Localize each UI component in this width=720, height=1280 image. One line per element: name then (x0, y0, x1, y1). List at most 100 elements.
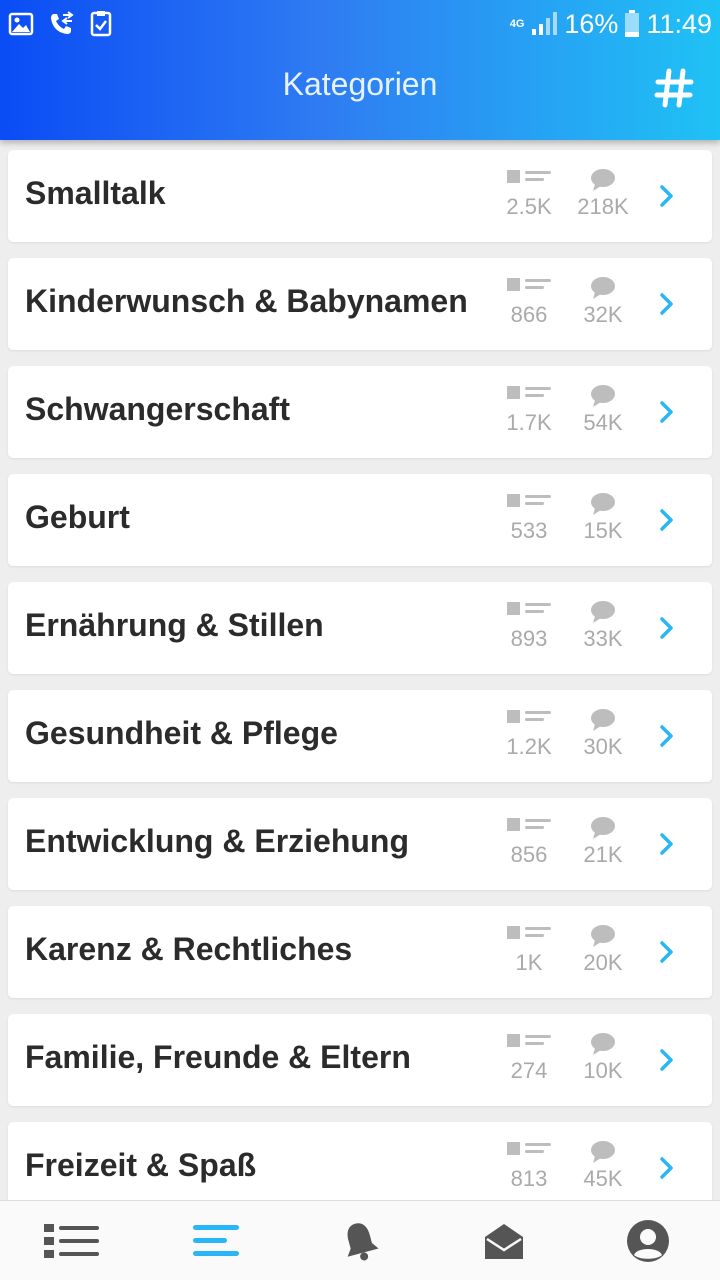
image-notification-icon (8, 12, 34, 36)
category-card[interactable]: Geburt 533 15K (8, 474, 712, 566)
status-bar: 4G 16% 11:49 (0, 0, 720, 48)
chevron-right-icon (660, 185, 673, 207)
hashtag-button[interactable] (650, 64, 698, 112)
category-name: Schwangerschaft (25, 391, 290, 427)
posts-count: 218K (568, 168, 638, 220)
speech-bubble-icon (591, 817, 615, 839)
category-name: Karenz & Rechtliches (25, 931, 353, 967)
category-name: Familie, Freunde & Eltern (25, 1039, 411, 1075)
topics-icon (507, 170, 551, 183)
topics-count: 893 (494, 600, 564, 652)
category-card[interactable]: Kinderwunsch & Babynamen 866 32K (8, 258, 712, 350)
posts-count-value: 20K (583, 950, 623, 975)
categories-icon (193, 1224, 239, 1256)
topics-icon (507, 1142, 551, 1155)
nav-messages[interactable] (464, 1206, 544, 1276)
category-card[interactable]: Ernährung & Stillen 893 33K (8, 582, 712, 674)
chevron-right-icon (660, 509, 673, 531)
posts-count: 45K (568, 1140, 638, 1192)
speech-bubble-icon (591, 169, 615, 191)
bell-icon (347, 1222, 379, 1260)
category-name: Kinderwunsch & Babynamen (25, 283, 468, 319)
posts-count-value: 10K (583, 1058, 623, 1083)
topics-count-value: 1.7K (506, 410, 552, 435)
speech-bubble-icon (591, 493, 615, 515)
page-title: Kategorien (282, 66, 438, 102)
chevron-right-icon (660, 725, 673, 747)
topics-count-value: 274 (510, 1058, 548, 1083)
nav-profile[interactable] (608, 1206, 688, 1276)
hashtag-icon (654, 68, 694, 108)
posts-count: 21K (568, 816, 638, 868)
nav-categories[interactable] (176, 1206, 256, 1276)
topics-count: 813 (494, 1140, 564, 1192)
category-name: Geburt (25, 499, 130, 535)
speech-bubble-icon (591, 277, 615, 299)
topics-count: 856 (494, 816, 564, 868)
posts-count-value: 15K (583, 518, 623, 543)
bottom-navigation (0, 1200, 720, 1280)
topics-icon (507, 494, 551, 507)
topics-count: 866 (494, 276, 564, 328)
category-name: Gesundheit & Pflege (25, 715, 338, 751)
chevron-right-icon (660, 1049, 673, 1071)
speech-bubble-icon (591, 1033, 615, 1055)
topics-icon (507, 386, 551, 399)
app-bar: 4G 16% 11:49 Kategorien (0, 0, 720, 140)
topics-count: 1.2K (494, 708, 564, 760)
topics-count: 2.5K (494, 168, 564, 220)
category-name: Smalltalk (25, 175, 166, 211)
category-name: Ernährung & Stillen (25, 607, 324, 643)
category-card[interactable]: Schwangerschaft 1.7K 54K (8, 366, 712, 458)
clock: 11:49 (646, 8, 712, 39)
topics-count-value: 893 (510, 626, 548, 651)
posts-count-value: 54K (583, 410, 623, 435)
topics-icon (507, 818, 551, 831)
network-type-label: 4G (509, 17, 525, 30)
category-name: Freizeit & Spaß (25, 1147, 257, 1183)
posts-count: 30K (568, 708, 638, 760)
battery-percent: 16% (564, 8, 619, 39)
category-card[interactable]: Smalltalk 2.5K 218K (8, 150, 712, 242)
chevron-right-icon (660, 1157, 673, 1179)
posts-count-value: 218K (577, 194, 629, 219)
topics-count: 1.7K (494, 384, 564, 436)
nav-notifications[interactable] (320, 1206, 400, 1276)
topics-count-value: 856 (510, 842, 548, 867)
category-card[interactable]: Freizeit & Spaß 813 45K (8, 1122, 712, 1200)
mail-icon (485, 1223, 523, 1259)
battery-icon (625, 10, 640, 37)
topics-count-value: 1.2K (506, 734, 552, 759)
speech-bubble-icon (591, 1141, 615, 1163)
posts-count: 20K (568, 924, 638, 976)
topics-count-value: 2.5K (506, 194, 552, 219)
category-card[interactable]: Familie, Freunde & Eltern 274 10K (8, 1014, 712, 1106)
topics-icon (507, 926, 551, 939)
speech-bubble-icon (591, 385, 615, 407)
topics-icon (507, 602, 551, 615)
topics-count-value: 866 (510, 302, 548, 327)
chevron-right-icon (660, 293, 673, 315)
speech-bubble-icon (591, 709, 615, 731)
nav-topics-list[interactable] (32, 1206, 112, 1276)
posts-count-value: 45K (583, 1166, 623, 1191)
posts-count-value: 33K (583, 626, 623, 651)
chevron-right-icon (660, 941, 673, 963)
topics-icon (507, 278, 551, 291)
chevron-right-icon (660, 401, 673, 423)
topics-count-value: 813 (510, 1166, 548, 1191)
signal-icon (532, 12, 558, 35)
topics-count: 274 (494, 1032, 564, 1084)
chevron-right-icon (660, 617, 673, 639)
category-name: Entwicklung & Erziehung (25, 823, 410, 859)
category-card[interactable]: Gesundheit & Pflege 1.2K 30K (8, 690, 712, 782)
topics-icon (507, 1034, 551, 1047)
list-icon (44, 1223, 99, 1258)
call-forward-icon (51, 11, 74, 34)
speech-bubble-icon (591, 925, 615, 947)
category-card[interactable]: Karenz & Rechtliches 1K 20K (8, 906, 712, 998)
speech-bubble-icon (591, 601, 615, 623)
category-card[interactable]: Entwicklung & Erziehung 856 21K (8, 798, 712, 890)
posts-count: 10K (568, 1032, 638, 1084)
posts-count: 32K (568, 276, 638, 328)
